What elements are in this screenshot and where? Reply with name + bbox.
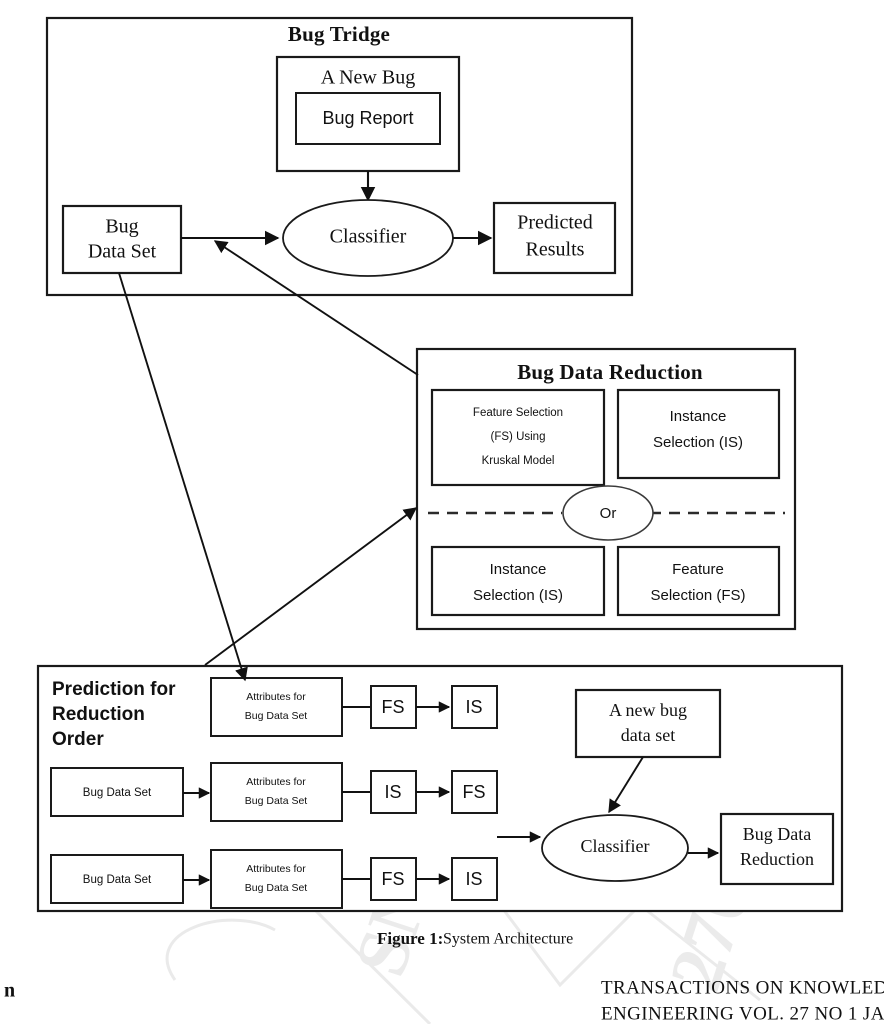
fs-kruskal-line2: (FS) Using	[491, 431, 546, 443]
step2-label-row1: IS	[465, 697, 482, 717]
system-architecture-diagram: SN 270 Bug Tridge A New Bug Bug Report B…	[4, 16, 884, 1024]
new-bug-data-set-line1: A new bug	[609, 700, 687, 720]
attributes-row1-line1: Attributes for	[246, 691, 306, 703]
attributes-box-row1	[210, 677, 343, 737]
instance-selection-bottom-line1: Instance	[490, 561, 547, 578]
step2-label-row2: FS	[462, 782, 485, 802]
caption-label: Figure 1:	[377, 929, 443, 948]
result-line1: Bug Data	[743, 824, 811, 844]
step1-label-row2: IS	[384, 782, 401, 802]
instance-selection-top-line1: Instance	[670, 408, 727, 425]
figure-container: SN 270 Bug Tridge A New Bug Bug Report B…	[0, 0, 884, 1024]
attributes-row2-line1: Attributes for	[246, 776, 306, 788]
panel-bug-data-reduction: Bug Data Reduction Feature Selection (FS…	[415, 347, 797, 631]
arrow-prediction-to-reduction-panel	[204, 507, 418, 666]
footer-fragments: n TRANSACTIONS ON KNOWLEDGE ENGINEERING …	[4, 977, 884, 1024]
panel-title-bug-tridge: Bug Tridge	[288, 22, 390, 46]
figure-caption: Figure 1: System Architecture	[377, 929, 573, 948]
a-new-bug-label: A New Bug	[321, 67, 415, 89]
caption-text: System Architecture	[443, 931, 573, 948]
arrow-bugdataset-to-prediction-panel	[118, 272, 248, 682]
feature-selection-bottom-line1: Feature	[672, 561, 724, 578]
footer-right-line1: TRANSACTIONS ON KNOWLEDGE	[601, 977, 884, 998]
attributes-box-row3	[210, 849, 343, 909]
attributes-row3-line2: Bug Data Set	[245, 882, 308, 894]
instance-selection-top-line2: Selection (IS)	[653, 434, 743, 451]
instance-selection-bottom-line2: Selection (IS)	[473, 587, 563, 604]
step1-label-row1: FS	[381, 697, 404, 717]
bug-data-set-line2: Data Set	[88, 241, 157, 263]
predicted-results-line1: Predicted	[517, 212, 593, 234]
attributes-row1-line2: Bug Data Set	[245, 710, 308, 722]
panel-title-prediction-line2: Reduction	[52, 704, 145, 725]
predicted-results-line2: Results	[526, 239, 585, 261]
step2-label-row3: IS	[465, 869, 482, 889]
or-label: Or	[600, 505, 617, 522]
feature-selection-bottom-line2: Selection (FS)	[650, 587, 745, 604]
panel-prediction-reduction-order: Prediction for Reduction Order Attribute…	[36, 664, 844, 913]
panel-title-prediction-line3: Order	[52, 729, 104, 750]
footer-left-fragment: n	[4, 980, 15, 1002]
step1-label-row3: FS	[381, 869, 404, 889]
panel-title-bug-data-reduction: Bug Data Reduction	[517, 360, 703, 384]
attributes-row3-line1: Attributes for	[246, 863, 306, 875]
result-line2: Reduction	[740, 849, 814, 869]
attributes-row2-line2: Bug Data Set	[245, 795, 308, 807]
panel-title-prediction-line1: Prediction for	[52, 679, 176, 700]
classifier-label-bottom: Classifier	[581, 836, 650, 856]
classifier-label-top: Classifier	[330, 226, 407, 248]
bug-data-set-line1: Bug	[105, 216, 138, 238]
instance-selection-bottom-box	[430, 545, 606, 617]
footer-right-line2: ENGINEERING VOL. 27 NO 1 JANU	[601, 1003, 884, 1024]
panel-bug-tridge: Bug Tridge A New Bug Bug Report Bug Data…	[45, 16, 634, 297]
new-bug-data-set-line2: data set	[621, 725, 675, 745]
fs-kruskal-line3: Kruskal Model	[482, 455, 555, 467]
source-label-row3: Bug Data Set	[83, 874, 152, 886]
attributes-box-row2	[210, 762, 343, 822]
bug-report-label: Bug Report	[322, 108, 413, 128]
cross-panel-connectors	[118, 240, 419, 682]
feature-selection-bottom-box	[616, 545, 781, 617]
fs-kruskal-line1: Feature Selection	[473, 407, 563, 419]
source-label-row2: Bug Data Set	[83, 787, 152, 799]
